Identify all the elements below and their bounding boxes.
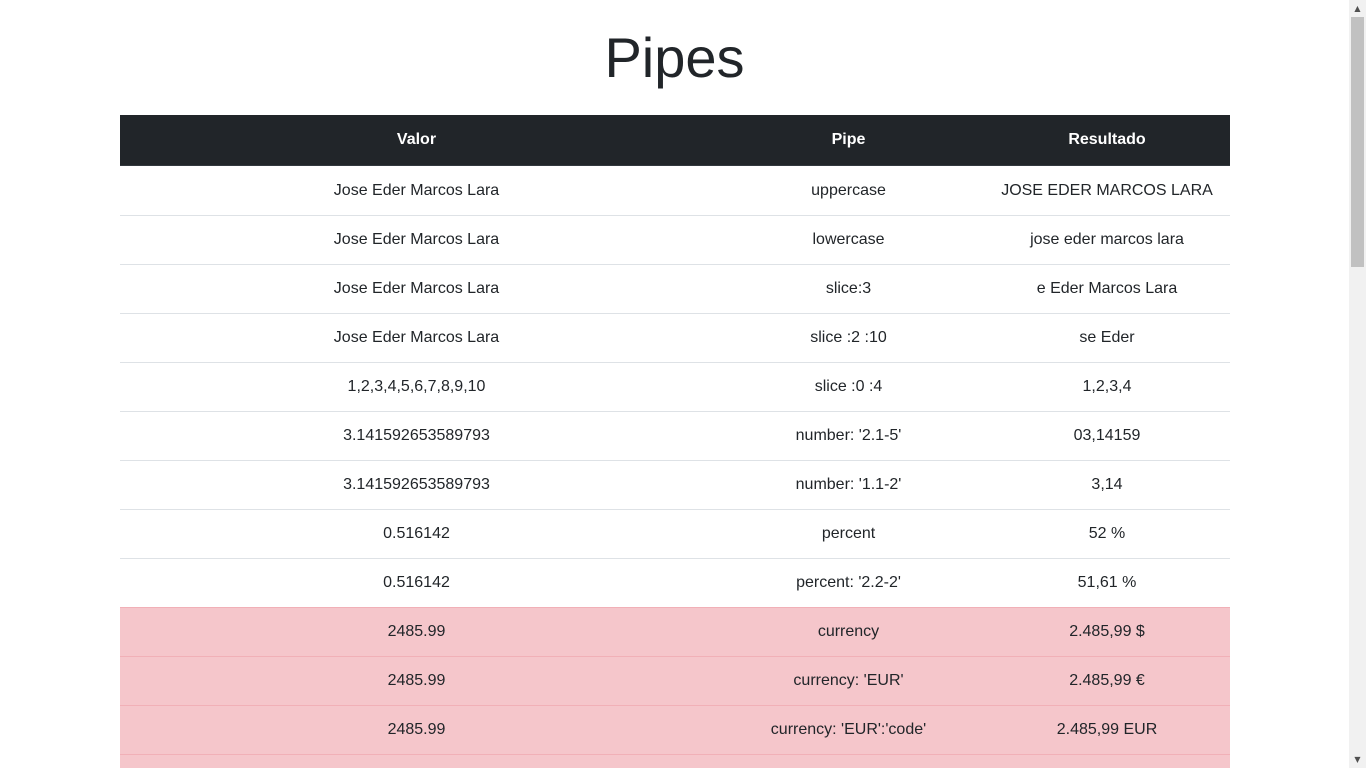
cell-pipe: percent: '2.2-2' xyxy=(713,558,984,608)
cell-resultado: JOSE EDER MARCOS LARA xyxy=(1001,181,1213,199)
cell-resultado: 51,61 % xyxy=(984,558,1230,608)
table-body: Jose Eder Marcos Lara uppercase JOSE EDE… xyxy=(120,166,1230,768)
cell-resultado: 3,14 xyxy=(984,460,1230,510)
pipes-table: Valor Pipe Resultado Jose Eder Marcos La… xyxy=(120,115,1230,768)
cell-pipe xyxy=(713,754,984,768)
cell-valor: 0.516142 xyxy=(120,509,713,559)
column-header-resultado: Resultado xyxy=(984,115,1230,166)
scroll-thumb[interactable] xyxy=(1351,17,1364,267)
cell-valor: 2485.99 xyxy=(120,656,713,706)
table-row-danger: 2485.99 currency: 'EUR' 2.485,99 € xyxy=(120,656,1230,706)
cell-resultado: 2.485,99 € xyxy=(984,656,1230,706)
cell-valor: 2485.99 xyxy=(120,607,713,657)
cell-valor: 3.141592653589793 xyxy=(120,460,713,510)
column-header-valor: Valor xyxy=(120,115,713,166)
cell-pipe: percent xyxy=(713,509,984,559)
scroll-down-arrow-icon[interactable]: ▼ xyxy=(1349,751,1366,768)
cell-valor: Jose Eder Marcos Lara xyxy=(120,264,713,314)
cell-resultado: jose eder marcos lara xyxy=(984,215,1230,265)
table-row: 0.516142 percent: '2.2-2' 51,61 % xyxy=(120,558,1230,608)
table-row: Jose Eder Marcos Lara lowercase jose ede… xyxy=(120,215,1230,265)
cell-pipe: currency: 'EUR':'code' xyxy=(713,705,984,755)
table-row: 1,2,3,4,5,6,7,8,9,10 slice :0 :4 1,2,3,4 xyxy=(120,362,1230,412)
cell-valor: 1,2,3,4,5,6,7,8,9,10 xyxy=(120,362,713,412)
cell-pipe: number: '2.1-5' xyxy=(713,411,984,461)
cell-resultado: se Eder xyxy=(984,313,1230,363)
table-header-row: Valor Pipe Resultado xyxy=(120,115,1230,166)
cell-resultado: 03,14159 xyxy=(984,411,1230,461)
cell-resultado: 1,2,3,4 xyxy=(984,362,1230,412)
table-row: Jose Eder Marcos Lara slice :2 :10 se Ed… xyxy=(120,313,1230,363)
table-row-danger: 2485.99 currency 2.485,99 $ xyxy=(120,607,1230,657)
cell-valor: 3.141592653589793 xyxy=(120,411,713,461)
page-title: Pipes xyxy=(604,26,745,89)
table-row-danger xyxy=(120,754,1230,768)
table-row: 3.141592653589793 number: '2.1-5' 03,141… xyxy=(120,411,1230,461)
table-row: 3.141592653589793 number: '1.1-2' 3,14 xyxy=(120,460,1230,510)
cell-valor: 0.516142 xyxy=(120,558,713,608)
cell-pipe: uppercase xyxy=(811,181,886,199)
cell-resultado: 2.485,99 EUR xyxy=(984,705,1230,755)
cell-pipe: slice :0 :4 xyxy=(713,362,984,412)
page-viewport: Pipes Valor Pipe Resultado Jose Eder Mar… xyxy=(0,0,1349,768)
vertical-scrollbar[interactable]: ▲ ▼ xyxy=(1349,0,1366,768)
cell-pipe: lowercase xyxy=(713,215,984,265)
table-header: Valor Pipe Resultado xyxy=(120,115,1230,166)
cell-valor: Jose Eder Marcos Lara xyxy=(333,181,500,199)
table-row: Jose Eder Marcos Lara slice:3 e Eder Mar… xyxy=(120,264,1230,314)
scroll-up-arrow-icon[interactable]: ▲ xyxy=(1349,0,1366,17)
cell-pipe: number: '1.1-2' xyxy=(713,460,984,510)
table-row: Jose Eder Marcos Lara uppercase JOSE EDE… xyxy=(120,166,1230,216)
cell-resultado: e Eder Marcos Lara xyxy=(984,264,1230,314)
cell-pipe: slice :2 :10 xyxy=(713,313,984,363)
column-header-pipe: Pipe xyxy=(713,115,984,166)
cell-resultado: 2.485,99 $ xyxy=(984,607,1230,657)
cell-valor: Jose Eder Marcos Lara xyxy=(120,313,713,363)
cell-valor xyxy=(120,754,713,768)
cell-resultado xyxy=(984,754,1230,768)
cell-pipe: currency: 'EUR' xyxy=(713,656,984,706)
cell-pipe: slice:3 xyxy=(713,264,984,314)
table-row-danger: 2485.99 currency: 'EUR':'code' 2.485,99 … xyxy=(120,705,1230,755)
cell-resultado: 52 % xyxy=(984,509,1230,559)
cell-valor: Jose Eder Marcos Lara xyxy=(120,215,713,265)
cell-valor: 2485.99 xyxy=(120,705,713,755)
cell-pipe: currency xyxy=(713,607,984,657)
table-row: 0.516142 percent 52 % xyxy=(120,509,1230,559)
